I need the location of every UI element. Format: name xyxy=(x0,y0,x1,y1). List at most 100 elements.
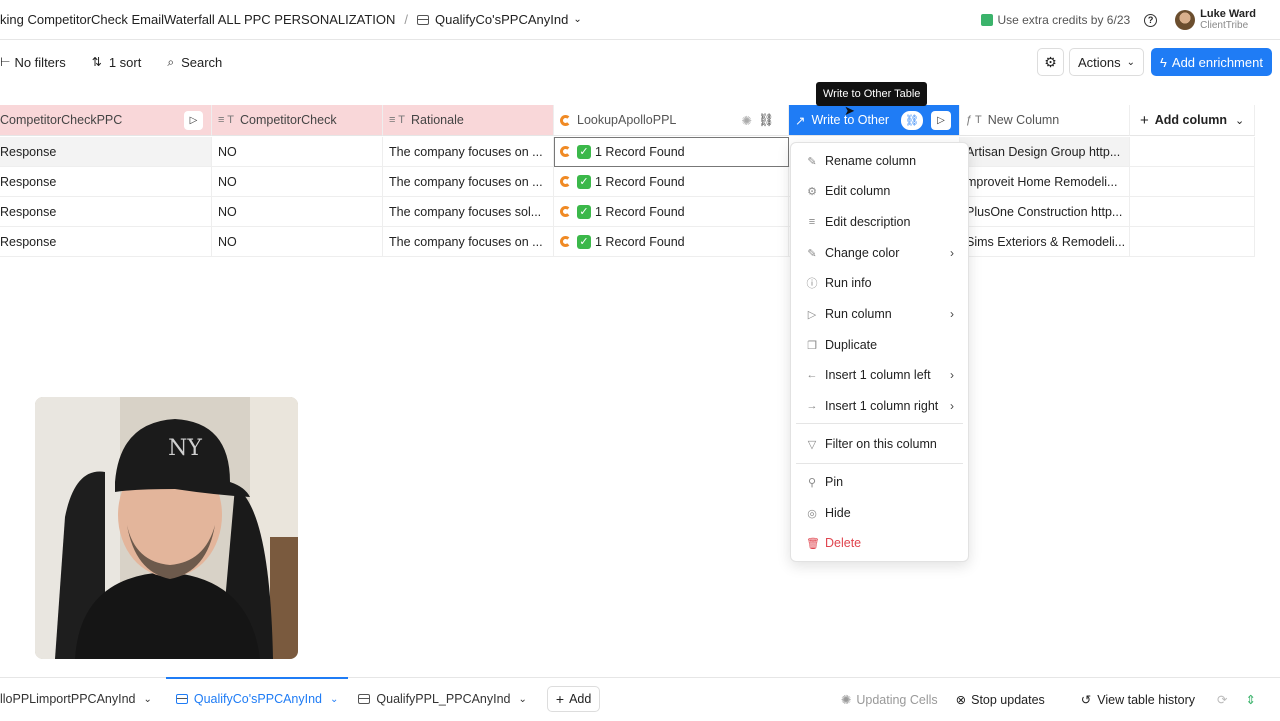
menu-item-change-color[interactable]: ✎ Change color › xyxy=(791,239,968,267)
settings-button[interactable]: ⚙ xyxy=(1037,48,1064,76)
column-context-menu: ✎ Rename column ⚙ Edit column ≡ Edit descript… xyxy=(790,142,969,562)
chevron-down-icon[interactable]: ⌄ xyxy=(330,694,338,705)
table-cell[interactable]: Sims Exteriors & Remodeli... xyxy=(960,227,1130,257)
table-cell[interactable]: The company focuses sol... xyxy=(383,197,554,227)
menu-item-rename-column[interactable]: ✎ Rename column xyxy=(791,147,968,175)
menu-item-edit-column[interactable]: ⚙ Edit column xyxy=(791,177,968,205)
table-cell[interactable] xyxy=(1130,227,1255,257)
pencil-icon: ✎ xyxy=(807,155,817,168)
menu-item-hide[interactable]: ◎ Hide xyxy=(791,499,968,527)
column-header-competitorcheckppc[interactable]: CompetitorCheckPPC ▷ xyxy=(0,105,212,136)
column-header-rationale[interactable]: ≡ T Rationale xyxy=(383,105,554,136)
table-cell[interactable]: The company focuses on ... xyxy=(383,227,554,257)
tab-apollo-import[interactable]: lloPPLimportPPCAnyInd ⌄ xyxy=(0,678,162,721)
table-cell[interactable]: NO xyxy=(212,197,383,227)
menu-item-label: Edit column xyxy=(825,184,891,198)
table-cell[interactable]: NO xyxy=(212,167,383,197)
user-org: ClientTribe xyxy=(1200,20,1249,31)
menu-item-label: Run column xyxy=(825,307,892,321)
menu-item-filter-on-this-column[interactable]: ▽ Filter on this column xyxy=(791,430,968,458)
user-info[interactable]: Luke Ward ClientTribe xyxy=(1200,8,1256,32)
table-cell[interactable]: ✓ 1 Record Found xyxy=(554,137,789,167)
column-header-competitorcheck[interactable]: ≡ T CompetitorCheck xyxy=(212,105,383,136)
user-name: Luke Ward xyxy=(1200,8,1256,20)
bottom-right-area: ✺ Updating Cells ⊗ Stop updates ↺ View t… xyxy=(841,678,1280,721)
table-cell[interactable]: NO xyxy=(212,227,383,257)
menu-item-duplicate[interactable]: ❐ Duplicate xyxy=(791,331,968,359)
search-button[interactable]: ⌕ Search xyxy=(167,55,222,70)
bolt-icon: ϟ xyxy=(1160,54,1167,70)
table-cell[interactable]: Response xyxy=(0,227,212,257)
breadcrumb-table[interactable]: QualifyCo'sPPCAnyInd xyxy=(435,12,568,27)
table-cell[interactable]: Response xyxy=(0,167,212,197)
menu-item-insert-1-column-right[interactable]: → Insert 1 column right › xyxy=(791,392,968,420)
filters-label: No filters xyxy=(14,54,66,70)
sort-button[interactable]: ⇅ 1 sort xyxy=(92,55,142,70)
play-icon[interactable]: ▷ xyxy=(931,111,951,130)
view-history-button[interactable]: ↺ View table history xyxy=(1080,692,1195,708)
table-cell[interactable] xyxy=(1130,137,1255,167)
history-icon: ↺ xyxy=(1080,693,1092,707)
filters-button[interactable]: ⊢ No filters xyxy=(0,55,66,70)
cell-text: NO xyxy=(218,174,237,189)
table-cell[interactable]: ✓ 1 Record Found xyxy=(554,167,789,197)
menu-item-label: Filter on this column xyxy=(825,437,937,451)
menu-separator xyxy=(796,423,963,424)
arrow-right-icon: → xyxy=(806,400,818,412)
menu-item-insert-1-column-left[interactable]: ← Insert 1 column left › xyxy=(791,361,968,389)
check-icon: ✓ xyxy=(577,204,591,219)
table-cell[interactable]: mproveit Home Remodeli... xyxy=(960,167,1130,197)
link-icon[interactable]: ⛓ xyxy=(758,113,774,128)
credits-notice[interactable]: Use extra credits by 6/23 xyxy=(981,13,1130,27)
table-icon xyxy=(358,694,371,704)
add-column-button[interactable]: + Add column ⌄ xyxy=(1130,105,1255,136)
expand-icon[interactable]: ⇕ xyxy=(1246,692,1256,707)
plus-icon: + xyxy=(555,691,565,707)
table-cell[interactable]: ✓ 1 Record Found xyxy=(554,227,789,257)
table-cell[interactable]: Response xyxy=(0,197,212,227)
chevron-down-icon[interactable]: ⌄ xyxy=(573,14,581,25)
column-header-new-column[interactable]: ƒ T New Column xyxy=(960,105,1130,136)
column-label: CompetitorCheckPPC xyxy=(0,113,123,127)
table-cell[interactable]: NO xyxy=(212,137,383,167)
table-cell[interactable]: Artisan Design Group http... xyxy=(960,137,1130,167)
cell-text: Response xyxy=(0,204,57,219)
webcam-image: NY xyxy=(35,397,298,659)
cell-text: The company focuses on ... xyxy=(389,234,543,249)
sort-icon: ⇅ xyxy=(91,55,102,69)
menu-item-run-column[interactable]: ▷ Run column › xyxy=(791,300,968,328)
tab-qualifyppl[interactable]: QualifyPPL_PPCAnyInd ⌄ xyxy=(348,678,537,721)
top-right-area: Use extra credits by 6/23 ? Luke Ward Cl… xyxy=(981,0,1280,40)
table-cell[interactable]: The company focuses on ... xyxy=(383,167,554,197)
table-cell[interactable]: Response xyxy=(0,137,212,167)
refresh-icon[interactable]: ⟳ xyxy=(1217,692,1227,707)
table-cell[interactable]: PlusOne Construction http... xyxy=(960,197,1130,227)
menu-item-delete[interactable]: 🗑 Delete xyxy=(791,529,968,557)
column-header-lookupapolloppl[interactable]: LookupApolloPPL ✺ ⛓ xyxy=(554,105,789,136)
arrow-left-icon: ← xyxy=(806,369,818,381)
add-enrichment-button[interactable]: ϟ Add enrichment xyxy=(1151,48,1272,76)
chevron-down-icon[interactable]: ⌄ xyxy=(143,694,151,705)
chevron-down-icon[interactable]: ⌄ xyxy=(519,694,527,705)
menu-item-run-info[interactable]: ⓘ Run info xyxy=(791,269,968,297)
column-header-write-to-other[interactable]: ↗ Write to Other ⛓ ▷ xyxy=(789,105,960,136)
table-cell[interactable]: The company focuses on ... xyxy=(383,137,554,167)
apollo-icon xyxy=(560,146,571,157)
menu-item-pin[interactable]: ⚲ Pin xyxy=(791,468,968,496)
menu-item-edit-description[interactable]: ≡ Edit description xyxy=(791,208,968,236)
link-icon[interactable]: ⛓ xyxy=(901,111,923,130)
table-cell[interactable] xyxy=(1130,197,1255,227)
table-cell[interactable]: ✓ 1 Record Found xyxy=(554,197,789,227)
play-icon[interactable]: ▷ xyxy=(184,111,203,130)
tab-qualifycos[interactable]: QualifyCo'sPPCAnyInd ⌄ xyxy=(165,676,349,721)
actions-button[interactable]: Actions ⌄ xyxy=(1069,48,1144,76)
help-icon[interactable]: ? xyxy=(1144,13,1158,27)
stop-updates-button[interactable]: ⊗ Stop updates xyxy=(956,692,1045,708)
table-cell[interactable] xyxy=(1130,167,1255,197)
apollo-icon xyxy=(560,236,571,247)
avatar[interactable] xyxy=(1175,10,1196,30)
menu-item-label: Pin xyxy=(825,475,844,489)
breadcrumb-workbook[interactable]: king CompetitorCheck EmailWaterfall ALL … xyxy=(0,12,395,27)
formula-type-icon: ƒ T xyxy=(966,114,982,126)
add-table-button[interactable]: + Add xyxy=(546,686,601,712)
